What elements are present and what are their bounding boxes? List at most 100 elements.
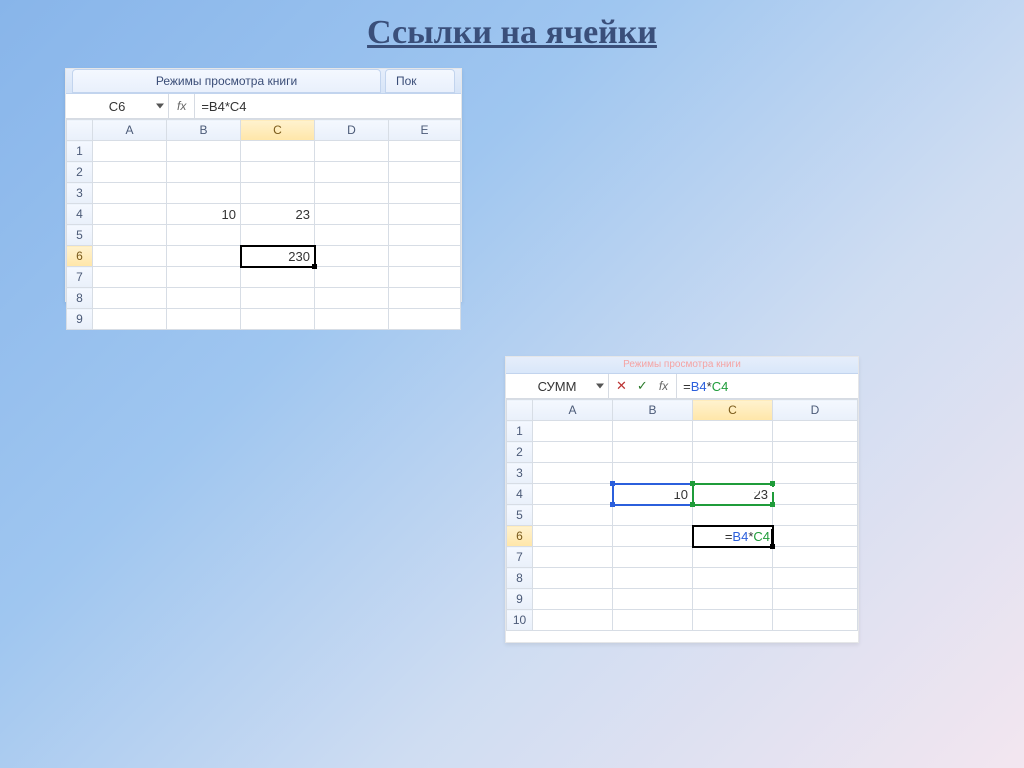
cell-D4[interactable] — [315, 204, 389, 225]
select-all-corner[interactable] — [67, 120, 93, 141]
cell-B8[interactable] — [167, 288, 241, 309]
cell-A10[interactable] — [533, 610, 613, 631]
cell-D1[interactable] — [773, 421, 858, 442]
cell-edit-formula[interactable]: =B4*C4 — [725, 529, 772, 544]
name-box[interactable]: C6 — [66, 94, 169, 118]
cell-C9[interactable] — [241, 309, 315, 330]
cell-B4[interactable]: 10 — [167, 204, 241, 225]
cell-C6[interactable]: 230 — [241, 246, 315, 267]
cell-B7[interactable] — [613, 547, 693, 568]
cell-D6[interactable] — [315, 246, 389, 267]
cell-C8[interactable] — [241, 288, 315, 309]
cell-A1[interactable] — [93, 141, 167, 162]
name-box-dropdown-icon[interactable] — [596, 384, 604, 389]
cell-A8[interactable] — [93, 288, 167, 309]
fx-icon[interactable]: fx — [173, 99, 190, 113]
row-header-1[interactable]: 1 — [507, 421, 533, 442]
cell-A5[interactable] — [533, 505, 613, 526]
cell-E4[interactable] — [389, 204, 461, 225]
cell-B2[interactable] — [613, 442, 693, 463]
column-header-c[interactable]: C — [693, 400, 773, 421]
cell-C8[interactable] — [693, 568, 773, 589]
cell-A2[interactable] — [93, 162, 167, 183]
row-header-3[interactable]: 3 — [507, 463, 533, 484]
cell-C3[interactable] — [241, 183, 315, 204]
cell-A2[interactable] — [533, 442, 613, 463]
cell-D7[interactable] — [773, 547, 858, 568]
cell-C10[interactable] — [693, 610, 773, 631]
cell-B7[interactable] — [167, 267, 241, 288]
fx-icon[interactable]: fx — [655, 379, 672, 393]
cell-B10[interactable] — [613, 610, 693, 631]
row-header-8[interactable]: 8 — [507, 568, 533, 589]
column-header-e[interactable]: E — [389, 120, 461, 141]
row-header-5[interactable]: 5 — [507, 505, 533, 526]
cell-C4[interactable]: 23 — [241, 204, 315, 225]
cell-D2[interactable] — [315, 162, 389, 183]
cell-B6[interactable] — [613, 526, 693, 547]
cell-C1[interactable] — [693, 421, 773, 442]
cell-D10[interactable] — [773, 610, 858, 631]
column-header-d[interactable]: D — [773, 400, 858, 421]
cell-A5[interactable] — [93, 225, 167, 246]
cell-D2[interactable] — [773, 442, 858, 463]
cell-A8[interactable] — [533, 568, 613, 589]
column-header-a[interactable]: A — [93, 120, 167, 141]
cell-C3[interactable] — [693, 463, 773, 484]
cell-E1[interactable] — [389, 141, 461, 162]
cell-B9[interactable] — [613, 589, 693, 610]
cell-E9[interactable] — [389, 309, 461, 330]
column-header-b[interactable]: B — [613, 400, 693, 421]
cell-A7[interactable] — [533, 547, 613, 568]
cell-C5[interactable] — [693, 505, 773, 526]
row-header-6[interactable]: 6 — [67, 246, 93, 267]
cell-D3[interactable] — [773, 463, 858, 484]
row-header-10[interactable]: 10 — [507, 610, 533, 631]
cell-B3[interactable] — [613, 463, 693, 484]
spreadsheet-grid-2[interactable]: ABCD 1234102356=B4*C478910 — [506, 399, 858, 631]
cell-C2[interactable] — [241, 162, 315, 183]
cell-A9[interactable] — [533, 589, 613, 610]
cell-D9[interactable] — [315, 309, 389, 330]
cell-A3[interactable] — [93, 183, 167, 204]
cell-A9[interactable] — [93, 309, 167, 330]
cell-D8[interactable] — [773, 568, 858, 589]
cell-C2[interactable] — [693, 442, 773, 463]
name-box-dropdown-icon[interactable] — [156, 104, 164, 109]
cell-E5[interactable] — [389, 225, 461, 246]
row-header-2[interactable]: 2 — [507, 442, 533, 463]
cell-B2[interactable] — [167, 162, 241, 183]
row-header-7[interactable]: 7 — [67, 267, 93, 288]
cell-A3[interactable] — [533, 463, 613, 484]
cell-A7[interactable] — [93, 267, 167, 288]
cell-C1[interactable] — [241, 141, 315, 162]
row-header-7[interactable]: 7 — [507, 547, 533, 568]
row-header-6[interactable]: 6 — [507, 526, 533, 547]
column-header-b[interactable]: B — [167, 120, 241, 141]
cell-C4[interactable]: 23 — [693, 484, 773, 505]
cell-B5[interactable] — [167, 225, 241, 246]
row-header-8[interactable]: 8 — [67, 288, 93, 309]
cell-B3[interactable] — [167, 183, 241, 204]
row-header-9[interactable]: 9 — [67, 309, 93, 330]
cell-D3[interactable] — [315, 183, 389, 204]
cell-B9[interactable] — [167, 309, 241, 330]
row-header-3[interactable]: 3 — [67, 183, 93, 204]
cell-E8[interactable] — [389, 288, 461, 309]
cell-B8[interactable] — [613, 568, 693, 589]
cell-D1[interactable] — [315, 141, 389, 162]
cell-B5[interactable] — [613, 505, 693, 526]
name-box[interactable]: СУММ — [506, 374, 609, 398]
cell-D6[interactable] — [773, 526, 858, 547]
accept-icon[interactable]: ✓ — [634, 378, 651, 394]
row-header-5[interactable]: 5 — [67, 225, 93, 246]
column-header-c[interactable]: C — [241, 120, 315, 141]
ribbon-tab-truncated[interactable]: Пок — [385, 69, 455, 93]
formula-input[interactable]: =B4*C4 — [195, 94, 461, 118]
spreadsheet-grid-1[interactable]: ABCDE 1234102356230789 — [66, 119, 461, 330]
cell-D8[interactable] — [315, 288, 389, 309]
cell-C9[interactable] — [693, 589, 773, 610]
cell-B1[interactable] — [167, 141, 241, 162]
cell-E2[interactable] — [389, 162, 461, 183]
cell-B1[interactable] — [613, 421, 693, 442]
